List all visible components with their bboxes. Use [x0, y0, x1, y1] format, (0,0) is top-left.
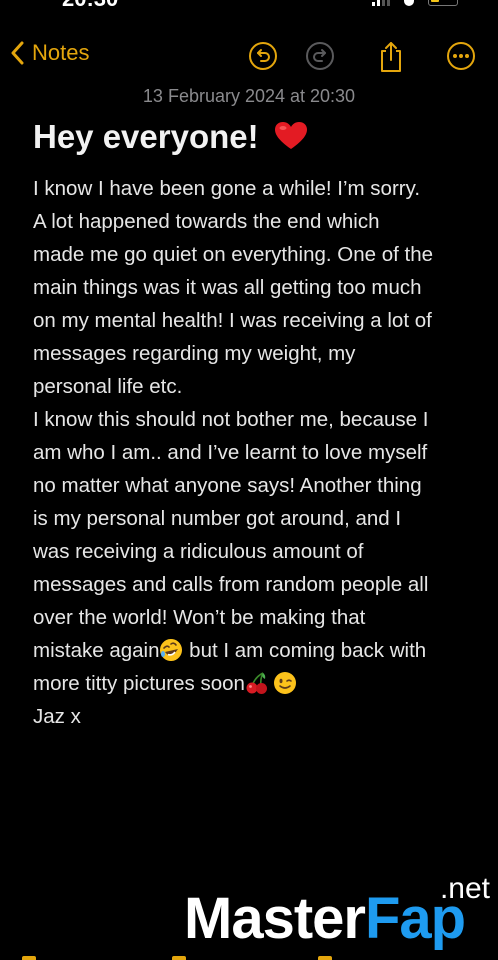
watermark-logo: .net MasterFap	[184, 872, 494, 952]
note-line: main things was it was all getting too m…	[33, 276, 422, 299]
note-line: no matter what anyone says! Another thin…	[33, 474, 422, 497]
status-time: 20:30	[62, 0, 118, 12]
red-heart-icon	[274, 122, 307, 149]
note-date: 13 February 2024 at 20:30	[142, 86, 356, 106]
status-bar: 20:30	[0, 0, 498, 14]
markup-icon[interactable]	[318, 956, 332, 960]
note-title[interactable]: Hey everyone!	[33, 118, 308, 156]
note-line-text: more titty pictures soon	[33, 672, 245, 695]
share-button[interactable]	[375, 40, 407, 72]
signal-icon	[372, 0, 390, 6]
note-title-text: Hey everyone!	[33, 118, 259, 155]
note-line: I know I have been gone a while! I’m sor…	[33, 177, 421, 200]
note-line: personal life etc.	[33, 375, 183, 398]
back-button[interactable]: Notes	[10, 40, 89, 66]
undo-icon	[249, 42, 277, 70]
note-signoff: Jaz x	[33, 705, 81, 728]
undo-button[interactable]	[247, 40, 279, 72]
note-line: is my personal number got around, and I	[33, 507, 402, 530]
cherries-emoji-icon	[246, 672, 267, 694]
note-line: messages and calls from random people al…	[33, 573, 429, 596]
note-line: mistake again but I am coming back with	[33, 634, 473, 667]
note-line: A lot happened towards the end which	[33, 210, 380, 233]
note-line: on my mental health! I was receiving a l…	[33, 309, 432, 332]
more-icon	[447, 42, 475, 70]
redo-button[interactable]	[304, 40, 336, 72]
camera-icon[interactable]	[172, 956, 186, 960]
note-body[interactable]: I know I have been gone a while! I’m sor…	[33, 172, 473, 733]
note-line: I know this should not bother me, becaus…	[33, 408, 429, 431]
winking-emoji-icon	[273, 672, 296, 694]
laughing-emoji-icon	[160, 639, 183, 661]
battery-icon	[428, 0, 458, 6]
chevron-left-icon	[11, 41, 24, 65]
note-line: am who I am.. and I’ve learnt to love my…	[33, 441, 428, 464]
note-line-text: mistake again	[33, 639, 160, 662]
wifi-icon	[404, 0, 414, 6]
note-line: made me go quiet on everything. One of t…	[33, 243, 434, 266]
note-line: over the world! Won’t be making that	[33, 606, 366, 629]
checklist-icon[interactable]	[22, 956, 36, 960]
share-icon	[381, 42, 401, 72]
watermark-text: MasterFap	[184, 885, 466, 952]
more-button[interactable]	[445, 40, 477, 72]
note-line: messages regarding my weight, my	[33, 342, 356, 365]
back-label: Notes	[32, 40, 90, 65]
navigation-bar: Notes	[0, 38, 498, 78]
status-icons	[372, 0, 458, 6]
watermark-part1: Master	[184, 886, 366, 951]
note-line: was receiving a ridiculous amount of	[33, 540, 364, 563]
redo-icon	[306, 42, 334, 70]
bottom-toolbar	[0, 954, 498, 960]
note-line-text: but I am coming back with	[183, 639, 427, 662]
watermark-part2: Fap	[364, 886, 466, 951]
note-line: more titty pictures soon	[33, 667, 473, 700]
